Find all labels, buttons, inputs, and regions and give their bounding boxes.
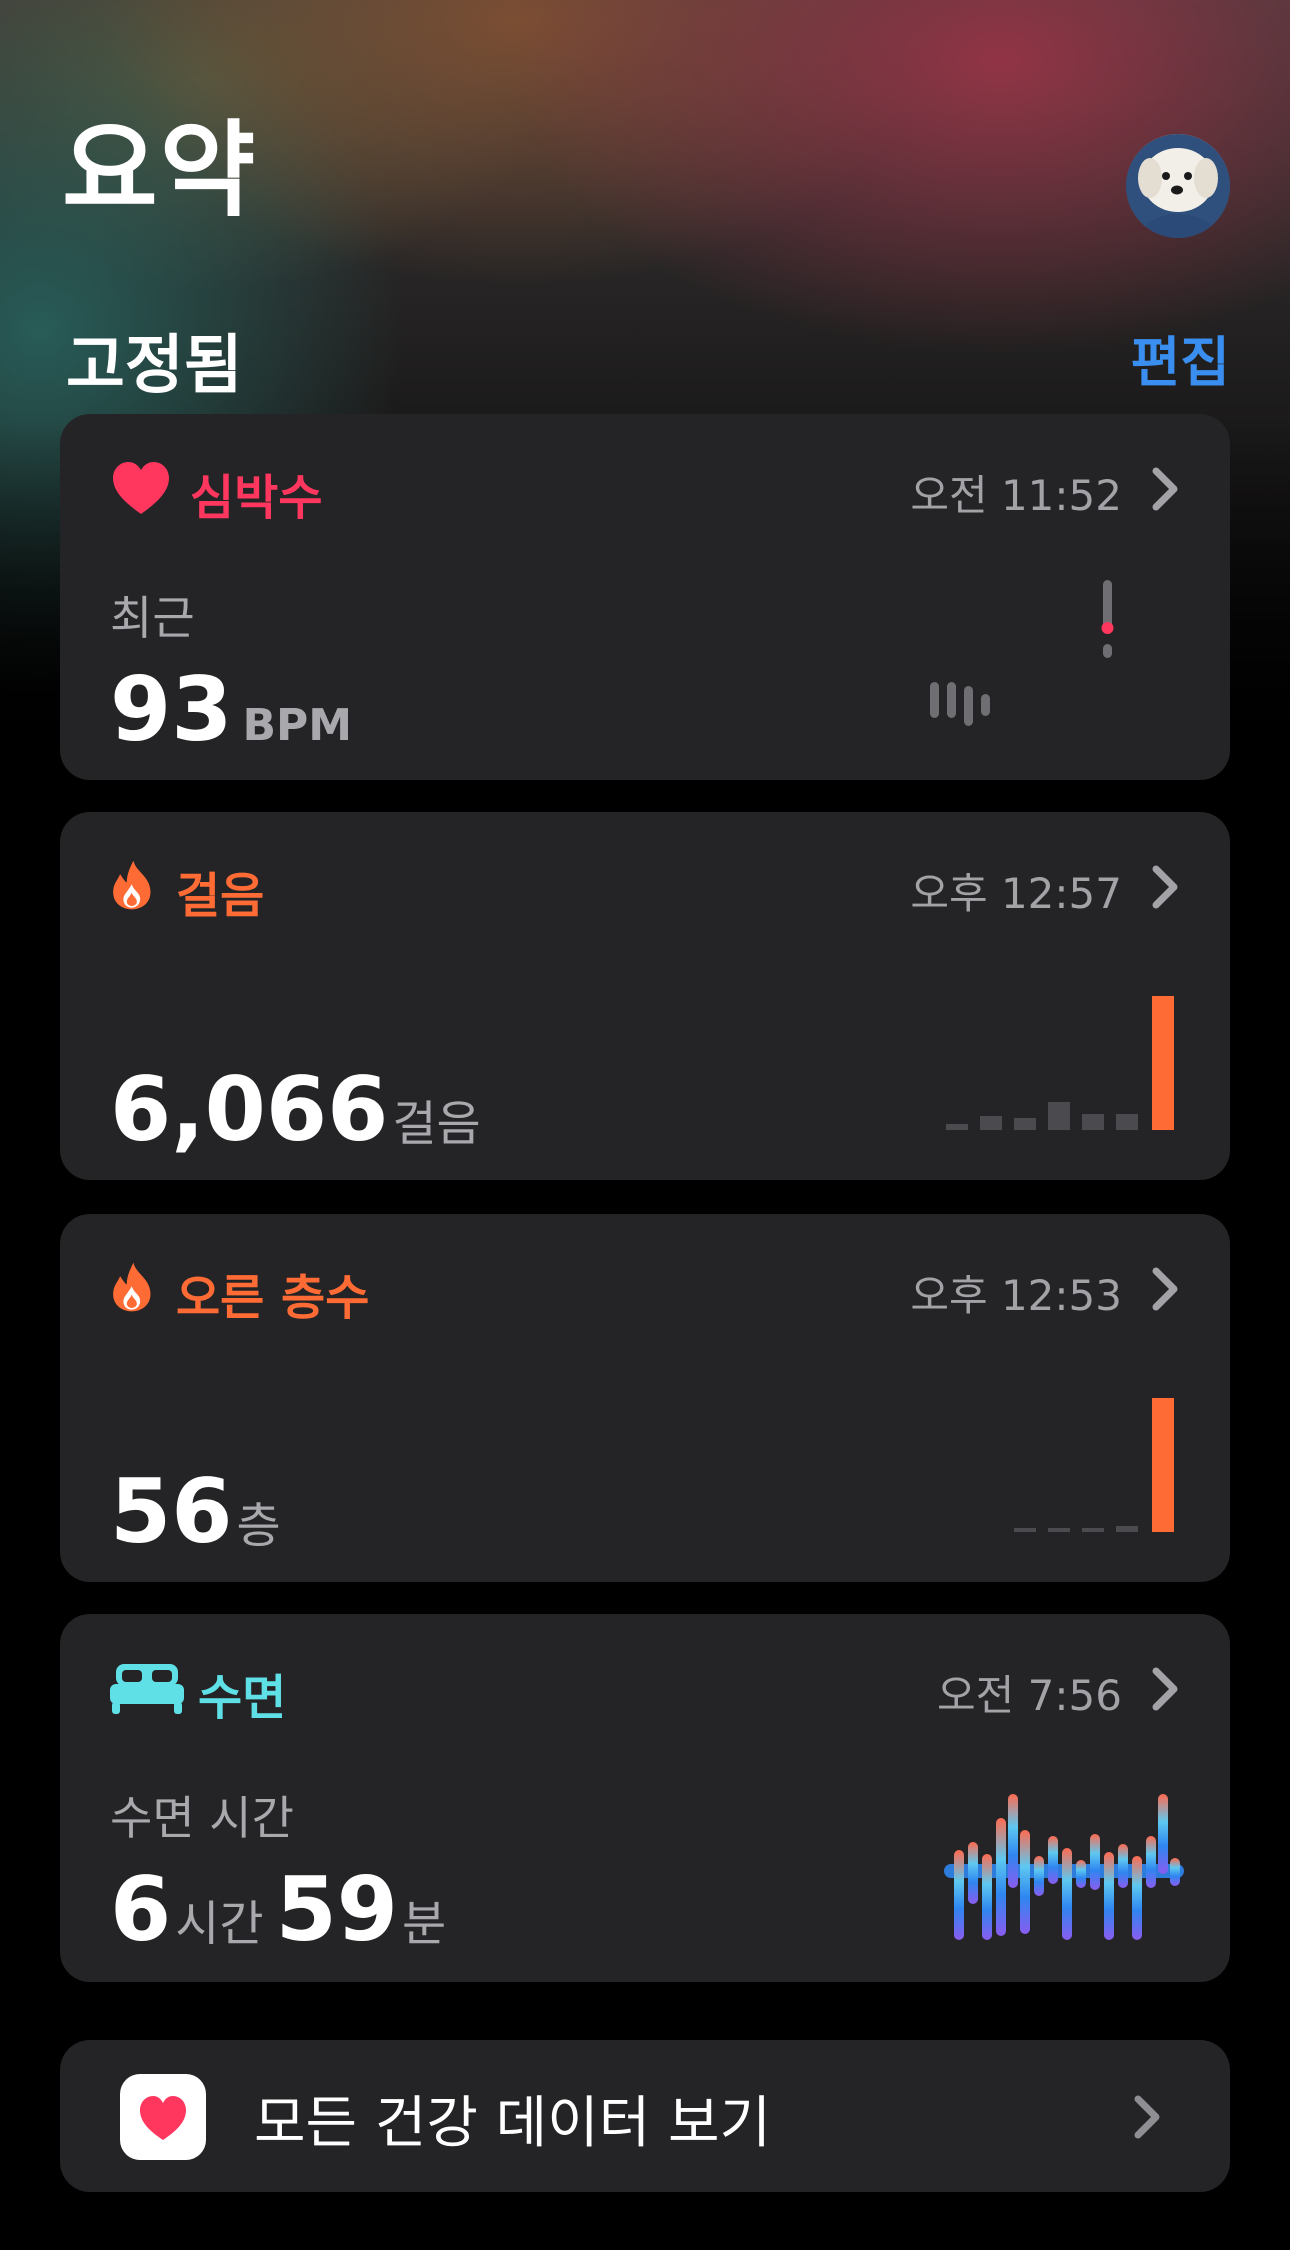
- flame-icon: [113, 1262, 151, 1312]
- chevron-right-icon: [1152, 865, 1178, 909]
- sleep-stages-chart: [944, 1794, 1184, 1940]
- chevron-right-icon: [1134, 2095, 1160, 2139]
- steps-title: 걸음: [176, 868, 265, 924]
- sleep-hours-unit: 시간: [175, 1896, 264, 1952]
- sleep-title: 수면: [198, 1670, 287, 1726]
- heart-rate-card[interactable]: 심박수 오전 11:52 최근 93 BPM: [60, 414, 1230, 780]
- heart-rate-title: 심박수: [190, 470, 323, 526]
- pinned-section-title: 고정됨: [66, 329, 243, 403]
- steps-time: 오후 12:57: [910, 869, 1122, 918]
- health-app-icon: [120, 2074, 206, 2160]
- heart-rate-sub-label: 최근: [110, 591, 195, 645]
- heart-rate-unit: BPM: [242, 700, 353, 751]
- steps-value-line: 6,066걸음: [110, 1058, 493, 1161]
- flame-icon: [113, 860, 151, 910]
- chevron-right-icon: [1152, 467, 1178, 511]
- floors-value: 56: [110, 1460, 233, 1563]
- sleep-time: 오전 7:56: [937, 1671, 1122, 1720]
- sleep-value-line: 6시간 59분: [110, 1858, 458, 1961]
- steps-value: 6,066: [110, 1058, 389, 1161]
- floors-card[interactable]: 오른 층수 오후 12:53 56층: [60, 1214, 1230, 1582]
- show-all-health-data-button[interactable]: 모든 건강 데이터 보기: [60, 2040, 1230, 2192]
- steps-mini-chart: [946, 996, 1174, 1130]
- heart-icon: [113, 462, 169, 514]
- steps-unit: 걸음: [392, 1096, 481, 1152]
- pinned-section-header: 고정됨 편집: [62, 310, 1230, 403]
- chevron-right-icon: [1152, 1667, 1178, 1711]
- heart-rate-time: 오전 11:52: [910, 471, 1122, 520]
- floors-value-line: 56층: [110, 1460, 293, 1563]
- steps-card-header: 걸음 오후 12:57: [110, 854, 1180, 924]
- sleep-sub-label: 수면 시간: [110, 1791, 294, 1845]
- floors-card-header: 오른 층수 오후 12:53: [110, 1256, 1180, 1326]
- sleep-minutes-unit: 분: [402, 1896, 447, 1952]
- floors-title: 오른 층수: [176, 1270, 370, 1326]
- heart-rate-value: 93: [110, 658, 233, 761]
- heart-rate-value-line: 93 BPM: [110, 658, 352, 761]
- page-title: 요약: [62, 109, 258, 231]
- bed-icon: [110, 1664, 184, 1714]
- edit-button[interactable]: 편집: [1131, 318, 1230, 397]
- floors-time: 오후 12:53: [910, 1271, 1122, 1320]
- profile-avatar[interactable]: [1126, 134, 1230, 238]
- heart-rate-mini-chart: [930, 580, 1114, 726]
- chevron-right-icon: [1152, 1267, 1178, 1311]
- sleep-card-header: 수면 오전 7:56: [110, 1656, 1180, 1726]
- sleep-minutes: 59: [275, 1858, 399, 1961]
- floors-mini-chart: [1014, 1398, 1174, 1532]
- sleep-hours: 6: [110, 1858, 172, 1961]
- show-all-health-data-label: 모든 건강 데이터 보기: [254, 2091, 772, 2156]
- floors-unit: 층: [236, 1498, 281, 1554]
- steps-card[interactable]: 걸음 오후 12:57 6,066걸음: [60, 812, 1230, 1180]
- heart-rate-card-header: 심박수 오전 11:52: [110, 456, 1180, 526]
- sleep-card[interactable]: 수면 오전 7:56 수면 시간 6시간 59분: [60, 1614, 1230, 1982]
